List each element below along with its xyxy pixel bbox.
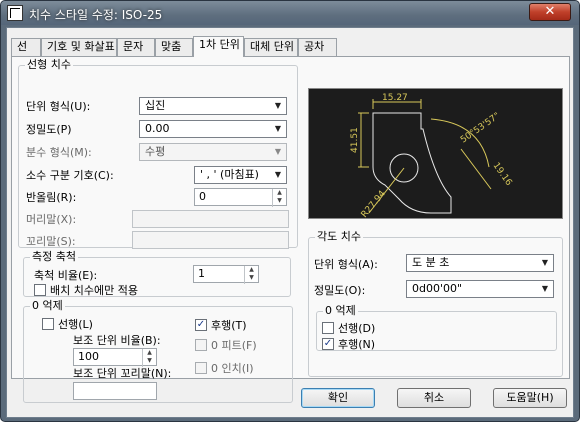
round-off-label: 반올림(R):: [26, 191, 77, 204]
angular-leading-label: 선행(D): [338, 322, 376, 335]
decimal-separator-label: 소수 구분 기호(C):: [26, 169, 114, 182]
zero-inches-checkbox[interactable]: [195, 362, 207, 374]
sub-unit-factor-spinner[interactable]: ▲ ▼: [142, 349, 156, 367]
tab-text[interactable]: 문자: [117, 38, 155, 56]
spin-down-icon[interactable]: ▼: [143, 357, 156, 365]
zero-feet-label: 0 피트(F): [211, 339, 257, 352]
measurement-scale-title: 측정 축척: [30, 250, 78, 263]
angular-trailing-label: 후행(N): [338, 338, 376, 351]
sub-unit-suffix-label: 보조 단위 꼬리말(N):: [73, 367, 172, 380]
dim-text-angle: 50°53'57": [459, 111, 502, 145]
spin-down-icon[interactable]: ▼: [273, 197, 286, 205]
angular-trailing-checkbox[interactable]: ✓: [322, 338, 334, 350]
linear-dimensions-title: 선형 치수: [25, 58, 73, 71]
prefix-input[interactable]: [132, 210, 289, 228]
round-off-spinner[interactable]: ▲ ▼: [272, 189, 286, 207]
tab-lines[interactable]: 선: [11, 38, 41, 56]
dim-line-right: [460, 148, 492, 190]
sub-unit-factor-value: 100: [78, 350, 99, 363]
preview-drawing: 15.27 41.51 50°53'57" 19.16 R27.94: [350, 93, 514, 220]
precision-label: 정밀도(P): [26, 123, 72, 136]
tab-fit[interactable]: 맞춤: [155, 38, 193, 56]
dim-text-radius: R27.94: [360, 189, 388, 218]
angular-dimensions-title: 각도 치수: [315, 230, 363, 243]
angular-zero-suppression-title: 0 억제: [323, 304, 358, 317]
zero-feet-checkbox[interactable]: [195, 339, 207, 351]
round-off-value: 0: [199, 190, 206, 203]
angular-unit-format-value: 도 분 초: [412, 256, 450, 269]
sub-unit-factor-input[interactable]: 100 ▲ ▼: [73, 348, 157, 367]
unit-format-label: 단위 형식(U):: [26, 100, 91, 113]
dim-text-top: 15.27: [382, 93, 408, 103]
title-bar[interactable]: 치수 스타일 수정: ISO-25 ✕: [1, 1, 579, 25]
dialog-window: 치수 스타일 수정: ISO-25 ✕ 선 기호 및 화살표 문자 맞춤 1차 …: [0, 0, 580, 422]
fraction-format-label: 분수 형식(M):: [26, 146, 92, 159]
cancel-button[interactable]: 취소: [397, 388, 471, 408]
tab-alternate-units[interactable]: 대체 단위: [244, 38, 298, 56]
chevron-down-icon: ▼: [274, 101, 282, 110]
zero-suppression-title: 0 억제: [30, 299, 65, 312]
decimal-separator-value: ' , ' (마침표): [200, 168, 259, 181]
spin-up-icon[interactable]: ▲: [143, 349, 156, 357]
fraction-format-value: 수평: [145, 145, 166, 158]
angular-leading-checkbox[interactable]: [322, 322, 334, 334]
sub-unit-factor-label: 보조 단위 비율(B):: [73, 334, 161, 347]
close-button[interactable]: ✕: [529, 3, 571, 21]
tab-primary-units[interactable]: 1차 단위: [193, 36, 244, 57]
decimal-separator-dropdown[interactable]: ' , ' (마침표) ▼: [194, 166, 287, 184]
suffix-input[interactable]: [132, 231, 289, 249]
precision-value: 0.00: [145, 122, 170, 135]
primary-units-panel: 선형 치수 단위 형식(U): 십진 ▼ 정밀도(P) 0.00 ▼ 분수 형식…: [11, 56, 570, 403]
trailing-zero-label: 후행(T): [211, 319, 247, 332]
help-button[interactable]: 도움말(H): [493, 388, 567, 408]
window-title: 치수 스타일 수정: ISO-25: [29, 8, 163, 22]
autocad-app-icon: [7, 5, 23, 21]
leading-zero-checkbox[interactable]: [42, 318, 54, 330]
dim-text-right: 19.16: [491, 161, 514, 188]
spin-up-icon[interactable]: ▲: [245, 266, 258, 274]
unit-format-value: 십진: [145, 99, 166, 112]
suffix-label: 꼬리말(S):: [26, 235, 76, 248]
round-off-input[interactable]: 0 ▲ ▼: [194, 188, 287, 207]
chevron-down-icon: ▼: [274, 147, 282, 156]
spin-down-icon[interactable]: ▼: [245, 274, 258, 282]
scale-factor-label: 축척 비율(E):: [34, 269, 98, 282]
sub-unit-suffix-input[interactable]: [73, 382, 157, 400]
layout-only-label: 배치 치수에만 적용: [50, 284, 138, 297]
angular-unit-format-label: 단위 형식(A):: [314, 258, 378, 271]
dimension-preview: 15.27 41.51 50°53'57" 19.16 R27.94: [308, 88, 563, 220]
chevron-down-icon: ▼: [541, 258, 549, 267]
spin-up-icon[interactable]: ▲: [273, 189, 286, 197]
chevron-down-icon: ▼: [274, 124, 282, 133]
ok-button[interactable]: 확인: [301, 388, 375, 408]
angular-precision-dropdown[interactable]: 0d00'00" ▼: [406, 280, 554, 298]
scale-factor-spinner[interactable]: ▲ ▼: [244, 266, 258, 284]
scale-factor-value: 1: [198, 267, 205, 280]
tab-tolerances[interactable]: 공차: [298, 38, 337, 56]
precision-dropdown[interactable]: 0.00 ▼: [139, 120, 287, 138]
angular-precision-value: 0d00'00": [412, 282, 463, 295]
layout-only-checkbox[interactable]: [34, 284, 46, 296]
leading-zero-label: 선행(L): [58, 318, 93, 331]
angular-unit-format-dropdown[interactable]: 도 분 초 ▼: [406, 254, 554, 272]
chevron-down-icon: ▼: [274, 170, 282, 179]
dim-text-left: 41.51: [350, 127, 360, 153]
dialog-body: 선 기호 및 화살표 문자 맞춤 1차 단위 대체 단위 공차 선형 치수 단위…: [6, 27, 574, 418]
unit-format-dropdown[interactable]: 십진 ▼: [139, 97, 287, 115]
tab-symbols-arrows[interactable]: 기호 및 화살표: [41, 38, 117, 56]
prefix-label: 머리말(X):: [26, 213, 77, 226]
angular-precision-label: 정밀도(O):: [314, 284, 366, 297]
zero-inches-label: 0 인치(I): [211, 362, 254, 375]
fraction-format-dropdown: 수평 ▼: [139, 143, 287, 161]
trailing-zero-checkbox[interactable]: ✓: [195, 319, 207, 331]
scale-factor-input[interactable]: 1 ▲ ▼: [193, 265, 259, 284]
chevron-down-icon: ▼: [541, 284, 549, 293]
